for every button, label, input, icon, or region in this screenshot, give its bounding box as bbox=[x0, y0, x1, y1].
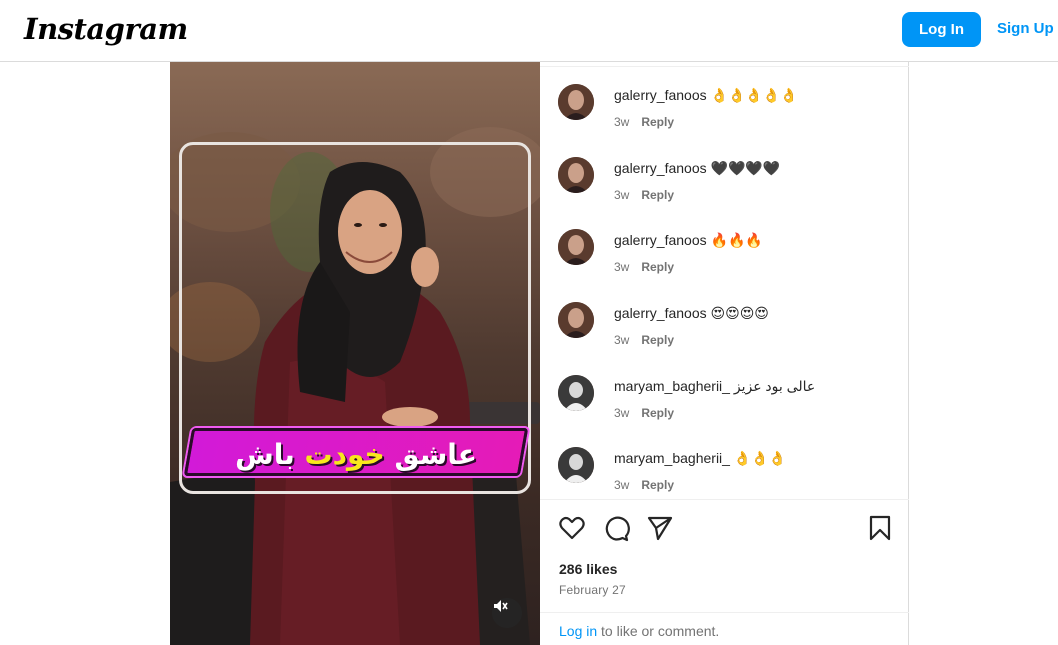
banner-word-3: باش bbox=[235, 437, 295, 471]
avatar[interactable] bbox=[558, 302, 594, 338]
comment-text: 🔥🔥🔥 bbox=[710, 232, 763, 248]
comment-username[interactable]: galerry_fanoos bbox=[614, 87, 707, 103]
comment-icon[interactable] bbox=[602, 514, 630, 542]
comment-username[interactable]: galerry_fanoos bbox=[614, 305, 707, 321]
volume-mute-icon bbox=[494, 600, 508, 612]
post-details-pane: galerry_fanoos 👌👌👌👌👌 3w Reply galerry_fan… bbox=[540, 62, 909, 645]
comment-time[interactable]: 3w bbox=[614, 188, 629, 202]
post-media[interactable]: عاشق خودت باش bbox=[170, 62, 540, 645]
top-bar: Instagram Log In Sign Up bbox=[0, 0, 1058, 62]
comment-time[interactable]: 3w bbox=[614, 478, 629, 492]
comment-text: 😍😍😍😍 bbox=[710, 305, 769, 321]
divider bbox=[540, 499, 909, 500]
mute-button[interactable] bbox=[492, 598, 522, 628]
avatar[interactable] bbox=[558, 447, 594, 483]
reply-button[interactable]: Reply bbox=[641, 333, 674, 347]
avatar[interactable] bbox=[558, 375, 594, 411]
comment-item: galerry_fanoos 😍😍😍😍 3w Reply bbox=[558, 302, 898, 362]
comment-text: 🖤🖤🖤🖤 bbox=[710, 160, 781, 176]
banner-word-1: عاشق bbox=[394, 437, 477, 471]
post-date[interactable]: February 27 bbox=[559, 583, 626, 597]
comment-item: galerry_fanoos 🔥🔥🔥 3w Reply bbox=[558, 229, 898, 289]
comment-time[interactable]: 3w bbox=[614, 115, 629, 129]
login-link[interactable]: Log in bbox=[559, 623, 597, 639]
reply-button[interactable]: Reply bbox=[641, 115, 674, 129]
reply-button[interactable]: Reply bbox=[641, 406, 674, 420]
comment-username[interactable]: maryam_bagherii_ bbox=[614, 450, 730, 466]
login-prompt-text: to like or comment. bbox=[597, 623, 720, 639]
comment-item: maryam_bagherii_ 👌👌👌 3w Reply bbox=[558, 447, 898, 500]
comment-text: 👌👌👌 bbox=[733, 450, 787, 466]
banner-word-highlight: خودت bbox=[304, 437, 385, 471]
signup-link[interactable]: Sign Up bbox=[997, 20, 1054, 37]
heart-icon[interactable] bbox=[558, 514, 586, 542]
banner-text: عاشق خودت باش bbox=[188, 434, 524, 474]
comment-item: galerry_fanoos 👌👌👌👌👌 3w Reply bbox=[558, 84, 898, 144]
comment-time[interactable]: 3w bbox=[614, 333, 629, 347]
instagram-logo[interactable]: Instagram bbox=[24, 12, 188, 46]
bookmark-icon[interactable] bbox=[866, 514, 894, 542]
divider bbox=[540, 612, 909, 613]
avatar[interactable] bbox=[558, 84, 594, 120]
avatar[interactable] bbox=[558, 229, 594, 265]
comment-username[interactable]: maryam_bagherii_ bbox=[614, 378, 730, 394]
avatar[interactable] bbox=[558, 157, 594, 193]
comment-text: عالی بود عزیز bbox=[733, 378, 816, 394]
comment-username[interactable]: galerry_fanoos bbox=[614, 232, 707, 248]
login-prompt: Log in to like or comment. bbox=[559, 623, 719, 639]
comments-list[interactable]: galerry_fanoos 👌👌👌👌👌 3w Reply galerry_fan… bbox=[540, 67, 909, 500]
comment-time[interactable]: 3w bbox=[614, 260, 629, 274]
login-button[interactable]: Log In bbox=[902, 12, 981, 47]
share-icon[interactable] bbox=[646, 514, 674, 542]
likes-count[interactable]: 286 likes bbox=[559, 561, 617, 577]
comment-text: 👌👌👌👌👌 bbox=[710, 87, 798, 103]
comment-item: galerry_fanoos 🖤🖤🖤🖤 3w Reply bbox=[558, 157, 898, 217]
reply-button[interactable]: Reply bbox=[641, 478, 674, 492]
comment-time[interactable]: 3w bbox=[614, 406, 629, 420]
post-actions bbox=[558, 514, 894, 544]
comment-username[interactable]: galerry_fanoos bbox=[614, 160, 707, 176]
reply-button[interactable]: Reply bbox=[641, 260, 674, 274]
comment-item: maryam_bagherii_ عالی بود عزیز 3w Reply bbox=[558, 375, 898, 435]
reply-button[interactable]: Reply bbox=[641, 188, 674, 202]
